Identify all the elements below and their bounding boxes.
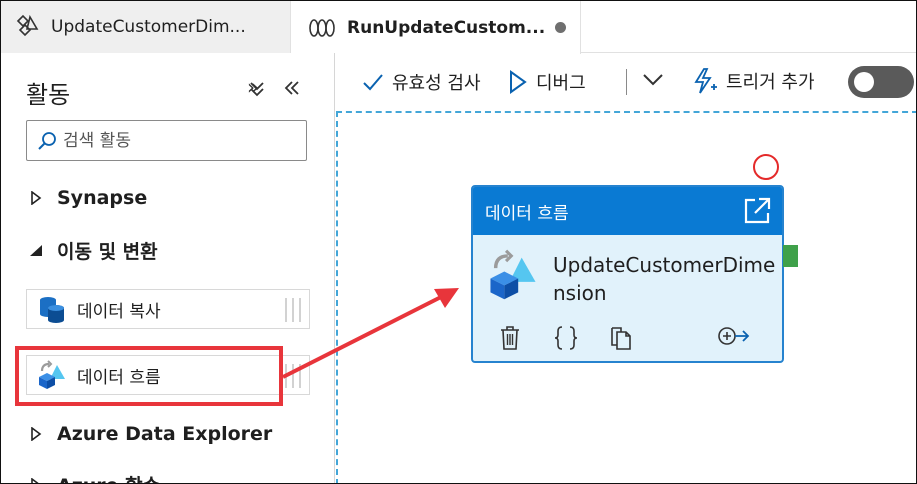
- caret-right-icon: [31, 427, 42, 441]
- group-synapse[interactable]: Synapse: [29, 187, 147, 209]
- copy-icon[interactable]: [609, 325, 633, 355]
- check-icon: [363, 74, 383, 91]
- failure-indicator-icon: [753, 154, 779, 180]
- group-label: Synapse: [57, 187, 148, 209]
- node-header: 데이터 흐름: [473, 187, 782, 235]
- add-trigger-button[interactable]: 트리거 추가: [692, 67, 815, 95]
- app-window: UpdateCustomerDim... RunUpdateCustom... …: [0, 0, 917, 484]
- group-label: 이동 및 변환: [57, 241, 158, 263]
- validate-button[interactable]: 유효성 검사: [362, 69, 481, 95]
- trigger-label: 트리거 추가: [726, 72, 815, 93]
- delete-icon[interactable]: [499, 325, 521, 355]
- play-icon: [510, 70, 527, 94]
- dataflow-highlight-box: [15, 346, 283, 406]
- validate-label: 유효성 검사: [392, 73, 481, 94]
- lightning-icon: [694, 68, 717, 94]
- drag-handle-icon[interactable]: [285, 364, 301, 388]
- code-icon[interactable]: [553, 325, 579, 355]
- search-input[interactable]: [63, 130, 303, 151]
- tab-label: RunUpdateCustom...: [347, 17, 546, 38]
- copy-data-icon: [40, 297, 64, 323]
- node-type-label: 데이터 흐름: [485, 203, 569, 224]
- group-azure-data-explorer[interactable]: Azure Data Explorer: [29, 423, 272, 445]
- caret-down-icon: [30, 244, 42, 256]
- search-icon: [38, 131, 56, 150]
- tab-update-customer-dim[interactable]: UpdateCustomerDim...: [1, 1, 291, 53]
- toggle-switch[interactable]: [848, 66, 914, 98]
- group-move-transform[interactable]: 이동 및 변환: [29, 237, 158, 264]
- tab-bar: UpdateCustomerDim... RunUpdateCustom...: [1, 1, 916, 54]
- panel-title: 활동: [26, 81, 71, 109]
- node-body: UpdateCustomerDimension: [473, 235, 782, 361]
- toolbar-divider: [626, 69, 627, 95]
- caret-right-icon: [31, 477, 40, 483]
- success-output-port[interactable]: [783, 245, 798, 267]
- dataflow-icon: [490, 249, 536, 300]
- collapse-panel-icon[interactable]: [283, 80, 301, 96]
- dataflow-icon: [16, 14, 39, 37]
- expand-all-icon[interactable]: [249, 80, 265, 98]
- group-azure-functions[interactable]: Azure 함수: [29, 471, 160, 483]
- toggle-knob: [854, 72, 874, 92]
- pipeline-toolbar: 유효성 검사 디버그 트리거 추가: [336, 53, 916, 109]
- node-name: UpdateCustomerDimension: [553, 253, 776, 305]
- activity-copy-data[interactable]: 데이터 복사: [26, 289, 310, 329]
- debug-label: 디버그: [536, 73, 586, 94]
- debug-button[interactable]: 디버그: [508, 69, 586, 95]
- dataflow-activity-node[interactable]: 데이터 흐름 UpdateCustomerDimension: [471, 185, 784, 363]
- caret-right-icon: [31, 191, 42, 205]
- debug-options-dropdown[interactable]: [642, 73, 672, 87]
- open-external-icon[interactable]: [742, 196, 772, 226]
- group-label: Azure 함수: [57, 471, 160, 483]
- search-activities[interactable]: [26, 120, 307, 161]
- node-actions: [499, 325, 769, 353]
- activities-panel: 활동 » Synapse 이동 및 변환: [1, 53, 335, 483]
- unsaved-indicator-icon: [555, 22, 566, 33]
- tab-label: UpdateCustomerDim...: [51, 17, 246, 37]
- group-label: Azure Data Explorer: [57, 423, 273, 445]
- drag-handle-icon[interactable]: [285, 298, 301, 322]
- add-output-icon[interactable]: [717, 325, 751, 351]
- tab-run-update-customer[interactable]: RunUpdateCustom...: [291, 1, 581, 54]
- activity-label: 데이터 복사: [77, 301, 161, 322]
- pipeline-icon: [309, 18, 335, 37]
- chevron-down-icon: [643, 74, 663, 86]
